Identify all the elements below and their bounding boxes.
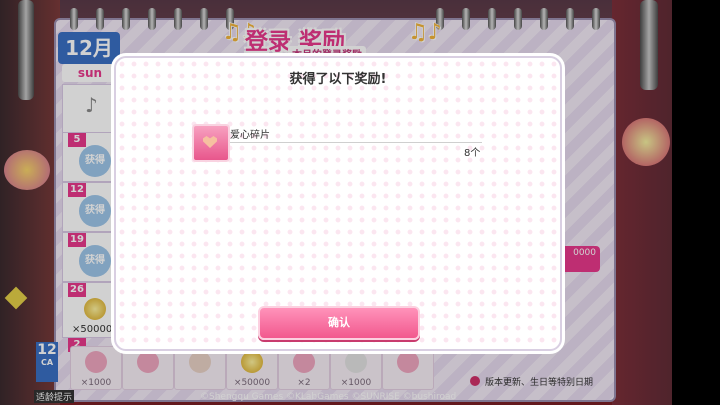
reward-item-count: 8个: [464, 148, 481, 159]
dialog-title: 获得了以下奖励!: [289, 72, 387, 87]
reward-dialog: 获得了以下奖励! 爱心碎片 8个 确认: [114, 56, 562, 351]
confirm-button[interactable]: 确认: [258, 306, 420, 340]
letterbox-right: [672, 0, 720, 405]
reward-divider: [230, 142, 482, 143]
heart-fragment-icon: [192, 124, 230, 162]
reward-item-name: 爱心碎片: [230, 130, 270, 141]
heart-shape: [203, 136, 217, 148]
